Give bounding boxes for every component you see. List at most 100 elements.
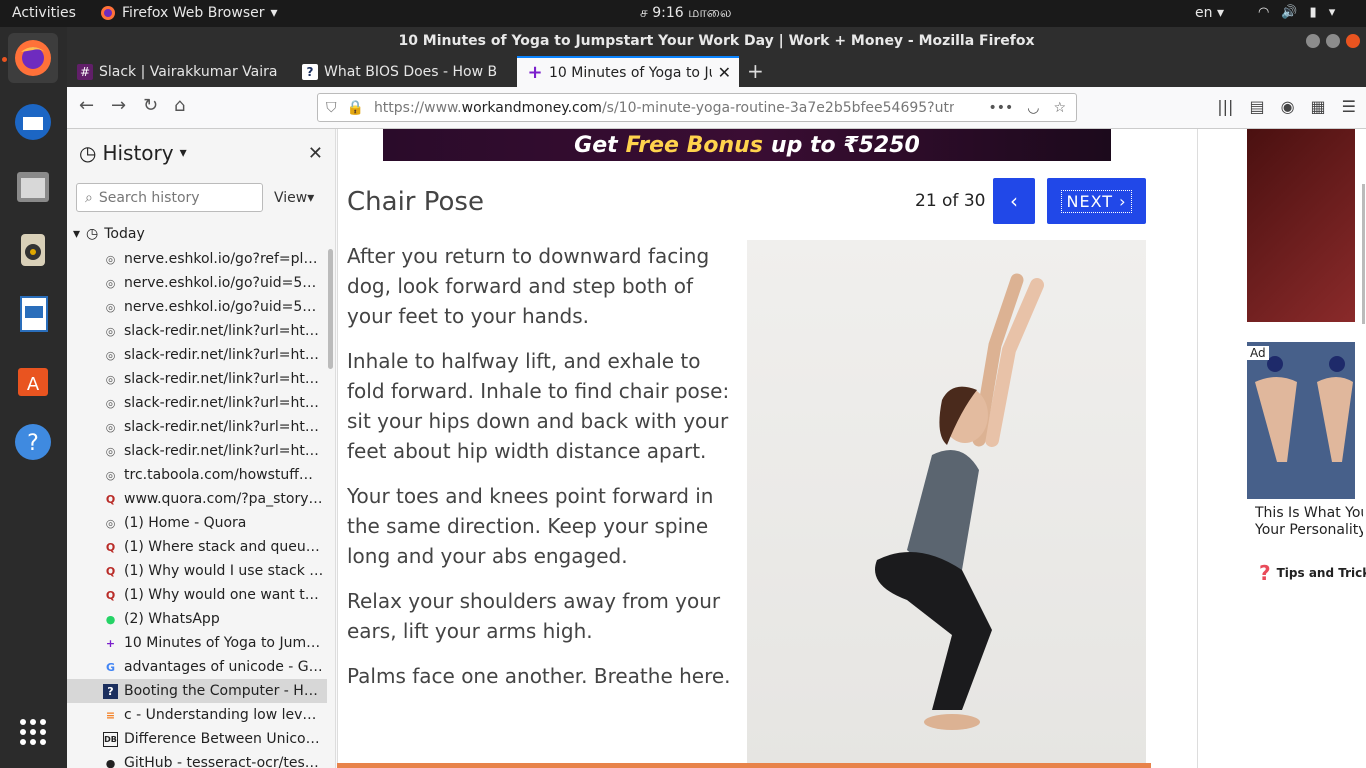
next-button[interactable]: NEXT › xyxy=(1047,178,1146,224)
history-item[interactable]: ? Booting the Computer - How... xyxy=(67,679,327,703)
globe-icon: ◎ xyxy=(105,300,116,314)
history-item[interactable]: ◎ slack-redir.net/link?url=http... xyxy=(67,343,327,367)
dock-firefox[interactable] xyxy=(8,33,58,83)
history-item-label: slack-redir.net/link?url=http... xyxy=(124,371,324,387)
app-menu[interactable]: Firefox Web Browser ▾ xyxy=(100,5,278,21)
history-item[interactable]: Q (1) Where stack and queue u... xyxy=(67,535,327,559)
howstuffworks-icon: ? xyxy=(103,683,118,699)
history-group-today[interactable]: ▾ ◷ Today xyxy=(73,226,145,242)
history-item-label: slack-redir.net/link?url=http... xyxy=(124,347,324,363)
maximize-button[interactable] xyxy=(1326,34,1340,48)
ubuntu-dock: A ? xyxy=(0,27,67,768)
tab-slack[interactable]: # Slack | Vairakkumar Vaira xyxy=(67,56,289,87)
minimize-button[interactable] xyxy=(1306,34,1320,48)
globe-icon: ◎ xyxy=(105,372,116,386)
history-item[interactable]: Gadvantages of unicode - Goo... xyxy=(67,655,327,679)
quora-icon: Q xyxy=(105,540,116,554)
ad-banner[interactable]: Get Free Bonus up to ₹5250 xyxy=(383,129,1111,161)
shield-icon[interactable]: ⛉ xyxy=(326,100,337,116)
show-applications-button[interactable] xyxy=(8,707,58,757)
speaker-icon xyxy=(21,234,45,266)
dock-files[interactable] xyxy=(8,161,58,211)
search-history-input[interactable]: ⌕ Search history xyxy=(76,183,263,212)
ad-graphic xyxy=(1247,342,1355,499)
slide-counter: 21 of 30 xyxy=(915,191,986,211)
dock-rhythmbox[interactable] xyxy=(8,225,58,275)
bookmark-star-icon[interactable]: ☆ xyxy=(1053,100,1066,116)
history-item[interactable]: ◎ slack-redir.net/link?url=http... xyxy=(67,391,327,415)
home-button[interactable]: ⌂ xyxy=(174,95,185,116)
history-item[interactable]: ◎ trc.taboola.com/howstuffwo... xyxy=(67,463,327,487)
pocket-icon[interactable]: ◡ xyxy=(1027,100,1039,116)
url-bar[interactable]: ⛉ 🔒 https://www.workandmoney.com/s/10-mi… xyxy=(317,93,1077,122)
group-label: Today xyxy=(104,226,145,242)
window-titlebar[interactable]: 10 Minutes of Yoga to Jumpstart Your Wor… xyxy=(67,27,1366,56)
page-actions-icon[interactable]: ••• xyxy=(988,100,1013,116)
forward-button[interactable]: → xyxy=(111,95,126,116)
history-item[interactable]: ◎ slack-redir.net/link?url=http... xyxy=(67,415,327,439)
history-item[interactable]: ≡ c - Understanding low level f... xyxy=(67,703,327,727)
view-menu-button[interactable]: View▾ xyxy=(274,190,314,206)
history-item-label: advantages of unicode - Goo... xyxy=(124,659,324,675)
wifi-icon: ◠ xyxy=(1258,5,1270,20)
history-item[interactable]: ◎ nerve.eshkol.io/go?uid=5e1... xyxy=(67,271,327,295)
extensions-icon[interactable]: ▦ xyxy=(1311,97,1326,116)
activities-button[interactable]: Activities xyxy=(12,5,76,21)
history-item[interactable]: ◎ slack-redir.net/link?url=http... xyxy=(67,439,327,463)
history-item[interactable]: ◎ slack-redir.net/link?url=http... xyxy=(67,367,327,391)
chair-pose-photo xyxy=(747,240,1146,768)
navigation-toolbar: ← → ↻ ⌂ ⛉ 🔒 https://www.workandmoney.com… xyxy=(67,87,1366,129)
history-item[interactable]: Q (1) Why would one want to u... xyxy=(67,583,327,607)
library-icon[interactable]: ||| xyxy=(1217,97,1233,116)
system-tray[interactable]: ◠ 🔊 ▮ ▾ xyxy=(1258,5,1335,20)
right-toolbar: ||| ▤ ◉ ▦ ☰ xyxy=(1217,97,1356,116)
dock-software[interactable]: A xyxy=(8,353,58,403)
history-item[interactable]: ● (2) WhatsApp xyxy=(67,607,327,631)
history-item[interactable]: Qwww.quora.com/?pa_story=... xyxy=(67,487,327,511)
ad-badge: Ad xyxy=(1247,346,1269,360)
app-grid-icon xyxy=(20,719,46,745)
new-tab-button[interactable]: + xyxy=(747,59,764,83)
ad-source[interactable]: ? Tips and Tricks xyxy=(1259,561,1366,585)
page-content: Get Free Bonus up to ₹5250 Chair Pose 21… xyxy=(337,129,1366,768)
history-item-label: (1) Why would one want to u... xyxy=(124,587,324,603)
history-item[interactable]: ◎ slack-redir.net/link?url=http... xyxy=(67,319,327,343)
history-item[interactable]: +10 Minutes of Yoga to Jump... xyxy=(67,631,327,655)
ad-caption[interactable]: This Is What Your Your Personality xyxy=(1255,505,1363,539)
history-item[interactable]: ◎ nerve.eshkol.io/go?uid=5e1... xyxy=(67,295,327,319)
previous-button[interactable]: ‹ xyxy=(993,178,1035,224)
close-sidebar-button[interactable]: ✕ xyxy=(308,143,323,164)
page-scrollbar[interactable] xyxy=(1362,184,1365,324)
sidebar-title-menu[interactable]: ◷ History ▾ xyxy=(79,141,187,165)
history-item-label: slack-redir.net/link?url=http... xyxy=(124,395,324,411)
dock-help[interactable]: ? xyxy=(8,417,58,467)
close-window-button[interactable] xyxy=(1346,34,1360,48)
dock-writer[interactable] xyxy=(8,289,58,339)
close-tab-icon[interactable]: ✕ xyxy=(718,63,731,82)
ad-top-image[interactable] xyxy=(1247,129,1355,322)
back-button[interactable]: ← xyxy=(79,95,94,116)
tab-bios[interactable]: ? What BIOS Does - How B xyxy=(292,56,514,87)
history-item[interactable]: ◎ (1) Home - Quora xyxy=(67,511,327,535)
account-icon[interactable]: ◉ xyxy=(1281,97,1295,116)
sidebar-toggle-icon[interactable]: ▤ xyxy=(1249,97,1264,116)
dock-thunderbird[interactable] xyxy=(8,97,58,147)
language-indicator[interactable]: en ▾ xyxy=(1195,5,1224,21)
clock[interactable]: ச 9:16 மாலை xyxy=(640,5,732,23)
sidebar-scrollbar[interactable] xyxy=(328,249,333,369)
globe-icon: ◎ xyxy=(105,252,116,266)
tab-yoga[interactable]: + 10 Minutes of Yoga to Ju ✕ xyxy=(517,56,739,87)
article-paragraph: Palms face one another. Breathe here. xyxy=(347,664,731,688)
software-store-icon: A xyxy=(18,368,48,396)
ad-image[interactable] xyxy=(1247,342,1355,499)
article-paragraph: Your toes and knees point forward in the… xyxy=(347,484,714,568)
history-item[interactable]: Q (1) Why would I use stack ins... xyxy=(67,559,327,583)
history-item[interactable]: ◎ nerve.eshkol.io/go?ref=pl&h... xyxy=(67,247,327,271)
lock-icon[interactable]: 🔒 xyxy=(347,100,364,116)
banner-highlight: Free Bonus xyxy=(625,132,763,158)
hamburger-menu-icon[interactable]: ☰ xyxy=(1342,97,1356,116)
history-item[interactable]: ● GitHub - tesseract-ocr/tessd... xyxy=(67,751,327,768)
history-item[interactable]: DB Difference Between Unicod... xyxy=(67,727,327,751)
reload-button[interactable]: ↻ xyxy=(143,95,158,116)
article-paragraph: Inhale to halfway lift, and exhale to fo… xyxy=(347,349,730,463)
